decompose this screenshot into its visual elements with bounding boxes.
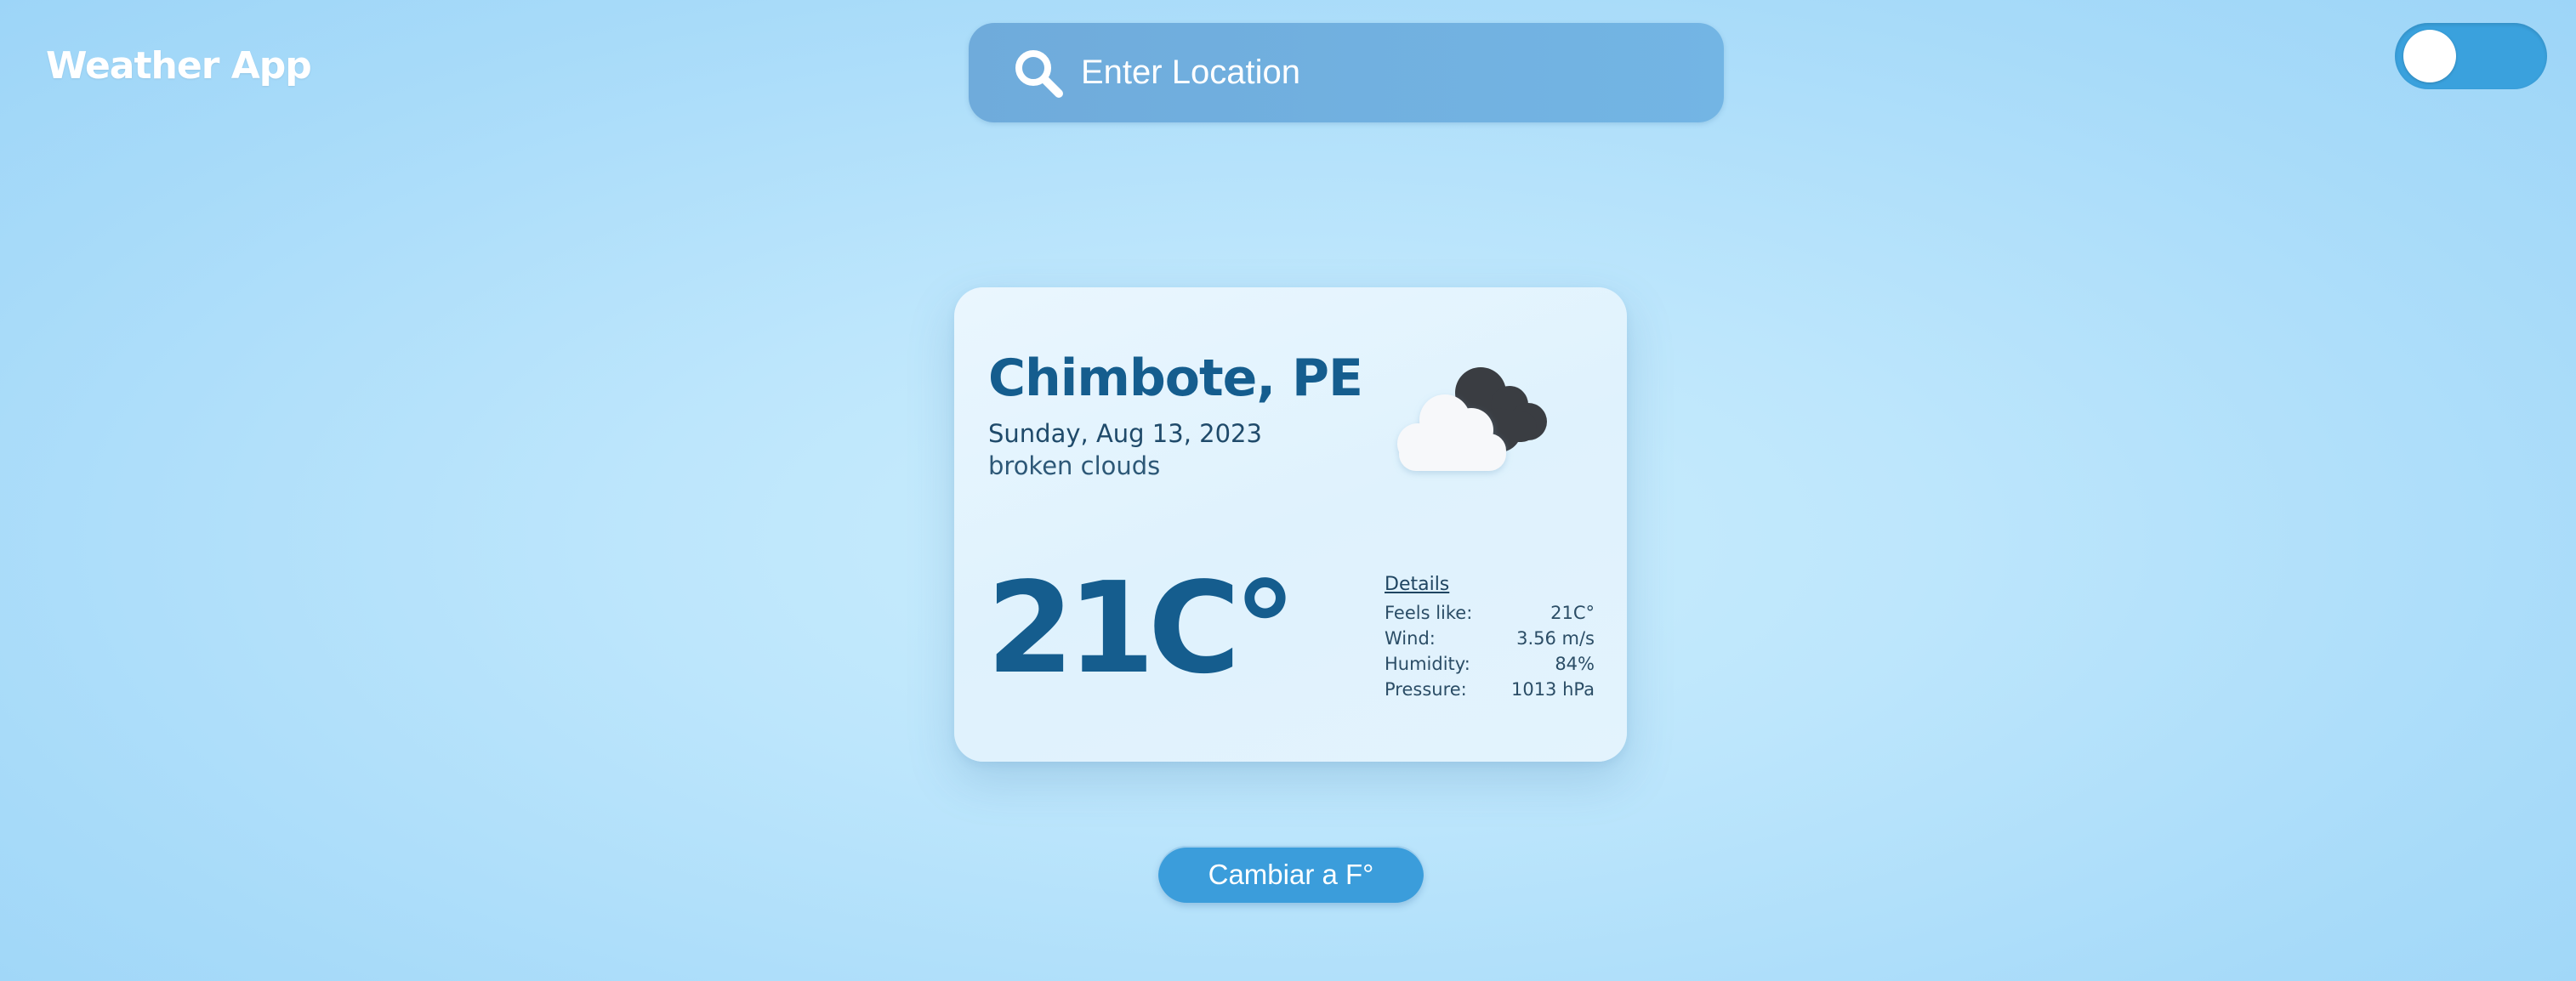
broken-clouds-icon <box>1397 367 1547 471</box>
city-name: Chimbote, PE <box>988 349 1363 408</box>
details-label: Feels like: <box>1385 603 1473 623</box>
details-value: 3.56 m/s <box>1516 628 1595 649</box>
details-row-wind: Wind: 3.56 m/s <box>1385 626 1595 651</box>
details-label: Wind: <box>1385 628 1436 649</box>
details-label: Humidity: <box>1385 654 1470 674</box>
temperature-value: 21C° <box>987 555 1297 701</box>
details-label: Pressure: <box>1385 679 1467 700</box>
details-panel: Details Feels like: 21C° Wind: 3.56 m/s … <box>1385 573 1595 702</box>
search-input[interactable] <box>1081 43 1676 103</box>
weather-card: Chimbote, PE Sunday, Aug 13, 2023 broken… <box>954 287 1627 762</box>
details-row-pressure: Pressure: 1013 hPa <box>1385 677 1595 702</box>
app-title: Weather App <box>46 44 312 88</box>
toggle-knob[interactable] <box>2403 30 2456 82</box>
search-bar[interactable] <box>969 23 1724 122</box>
details-row-humidity: Humidity: 84% <box>1385 651 1595 677</box>
details-value: 1013 hPa <box>1510 679 1595 700</box>
details-row-feels-like: Feels like: 21C° <box>1385 600 1595 626</box>
details-heading: Details <box>1385 574 1450 595</box>
theme-toggle[interactable] <box>2395 23 2547 89</box>
toggle-unit-button[interactable]: Cambiar a F° <box>1158 846 1424 903</box>
date-label: Sunday, Aug 13, 2023 <box>988 419 1262 448</box>
search-icon <box>1015 49 1063 98</box>
details-value: 21C° <box>1550 603 1595 623</box>
condition-label: broken clouds <box>988 451 1161 480</box>
details-value: 84% <box>1555 654 1595 674</box>
